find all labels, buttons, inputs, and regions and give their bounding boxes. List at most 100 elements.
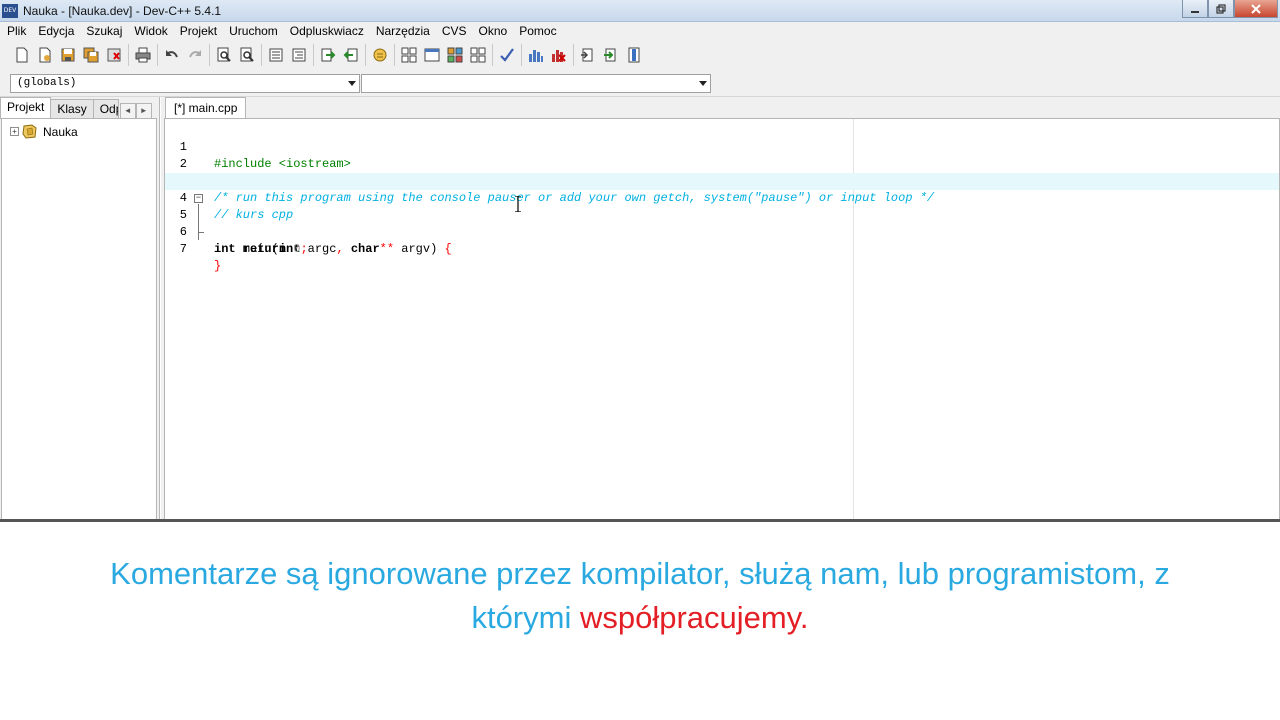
open-file-button[interactable]	[35, 45, 55, 65]
fold-end-marker	[198, 232, 204, 233]
window-title: Nauka - [Nauka.dev] - Dev-C++ 5.4.1	[23, 3, 222, 18]
find-button[interactable]	[214, 45, 234, 65]
expand-icon[interactable]: +	[10, 127, 19, 136]
step-icon	[604, 48, 616, 62]
menu-pomoc[interactable]: Pomoc	[513, 22, 562, 41]
tab-scroll-left-button[interactable]: ◄	[119, 103, 136, 119]
tab-klasy[interactable]: Klasy	[50, 99, 94, 119]
menu-projekt[interactable]: Projekt	[174, 22, 223, 41]
layout-icon	[447, 47, 463, 63]
tab-main-cpp[interactable]: [*] main.cpp	[165, 97, 247, 119]
toolbar-edit-group	[157, 44, 209, 66]
grid-icon	[470, 47, 486, 63]
menu-uruchom[interactable]: Uruchom	[223, 22, 284, 41]
restore-icon	[1216, 3, 1226, 14]
fold-collapse-icon[interactable]: −	[194, 194, 203, 203]
tree-item-label: Nauka	[43, 124, 78, 139]
menu-okno[interactable]: Okno	[473, 22, 514, 41]
tab-projekt[interactable]: Projekt	[0, 97, 52, 119]
new-file-icon	[16, 47, 28, 63]
toolbar-indent-group	[261, 44, 313, 66]
debug-button[interactable]	[578, 45, 598, 65]
project-tree: + Nauka	[1, 118, 157, 521]
scope-dropdown[interactable]: (globals)	[10, 74, 360, 93]
new-file-button[interactable]	[12, 45, 32, 65]
window-icon	[424, 48, 440, 62]
minimize-button[interactable]	[1182, 0, 1208, 18]
code-line-2: 2	[165, 139, 1279, 171]
print-button[interactable]	[133, 45, 153, 65]
subtitle-banner: Komentarze są ignorowane przez kompilato…	[0, 522, 1280, 720]
line-number: 7	[179, 242, 187, 256]
save-all-icon	[83, 47, 99, 63]
project-icon	[22, 124, 37, 139]
dropdown-arrow-icon	[348, 81, 356, 86]
menu-widok[interactable]: Widok	[128, 22, 173, 41]
indent-button[interactable]	[266, 45, 286, 65]
code-line-6: 6 return 0;	[165, 207, 1279, 256]
check-syntax-button[interactable]	[497, 45, 517, 65]
bookmark-button[interactable]	[624, 45, 644, 65]
close-file-icon	[107, 48, 121, 62]
redo-icon	[189, 50, 201, 58]
code-line-5: 5 − int main(int argc, char** argv) {	[165, 190, 1279, 257]
menu-bar: Plik Edycja Szukaj Widok Projekt Uruchom…	[0, 22, 1280, 41]
goto-line-button[interactable]	[318, 45, 338, 65]
undo-icon	[166, 50, 178, 58]
save-all-button[interactable]	[81, 45, 101, 65]
open-file-icon	[39, 47, 51, 63]
toolbar-window-group	[394, 44, 492, 66]
undo-button[interactable]	[162, 45, 182, 65]
window-controls	[1182, 0, 1278, 18]
code-line-7: 7 }	[165, 224, 1279, 273]
tab-scroll: ◄ ►	[119, 103, 152, 119]
save-button[interactable]	[58, 45, 78, 65]
tile-icon	[401, 47, 417, 63]
save-icon	[61, 48, 75, 62]
menu-narzedzia[interactable]: Narzędzia	[370, 22, 436, 41]
redo-button[interactable]	[185, 45, 205, 65]
member-dropdown[interactable]	[361, 74, 711, 93]
menu-odpluskwiacz[interactable]: Odpluskwiacz	[284, 22, 370, 41]
unindent-icon	[292, 48, 306, 62]
panel-tabs: Projekt Klasy Odp ◄ ►	[0, 97, 160, 119]
toolbar-search-group	[209, 44, 261, 66]
toolbar	[0, 41, 1280, 69]
maximize-button[interactable]	[1208, 0, 1234, 18]
run-button[interactable]	[549, 45, 569, 65]
fullscreen-button[interactable]	[422, 45, 442, 65]
minimize-icon	[1191, 10, 1199, 13]
unindent-button[interactable]	[289, 45, 309, 65]
goto-back-button[interactable]	[341, 45, 361, 65]
new-project-button[interactable]	[370, 45, 390, 65]
project-panel: Projekt Klasy Odp ◄ ► + Nauka	[0, 97, 160, 521]
compile-button[interactable]	[526, 45, 546, 65]
step-button[interactable]	[601, 45, 621, 65]
tab-scroll-right-button[interactable]: ►	[135, 103, 152, 119]
arrow-right-icon	[321, 48, 336, 62]
subtitle-line-2-text: którymi	[471, 600, 580, 635]
find-icon	[217, 47, 231, 62]
tile-button[interactable]	[399, 45, 419, 65]
close-file-button[interactable]	[104, 45, 124, 65]
tab-odpluskwiacz[interactable]: Odp	[92, 99, 119, 119]
bar-chart-icon	[529, 50, 543, 62]
layout-button[interactable]	[445, 45, 465, 65]
tree-item-nauka[interactable]: + Nauka	[10, 124, 78, 139]
toolbar-debug-group	[573, 44, 648, 66]
grid-button[interactable]	[468, 45, 488, 65]
dev-cpp-window: DEV Nauka - [Nauka.dev] - Dev-C++ 5.4.1 …	[0, 0, 1280, 720]
code-line-1: 1 #include <iostream>	[165, 122, 1279, 171]
code-text: }	[214, 259, 222, 273]
menu-plik[interactable]: Plik	[1, 22, 32, 41]
menu-szukaj[interactable]: Szukaj	[80, 22, 128, 41]
project-icon	[373, 48, 387, 62]
code-editor[interactable]: 1 #include <iostream> 2 3 /* run this pr…	[164, 118, 1280, 521]
menu-edycja[interactable]: Edycja	[32, 22, 80, 41]
menu-cvs[interactable]: CVS	[436, 22, 473, 41]
toolbar-print-group	[128, 44, 157, 66]
ibeam-cursor-icon	[515, 196, 521, 212]
replace-button[interactable]	[237, 45, 257, 65]
close-button[interactable]	[1234, 0, 1278, 18]
toolbar-file-group	[8, 44, 128, 66]
